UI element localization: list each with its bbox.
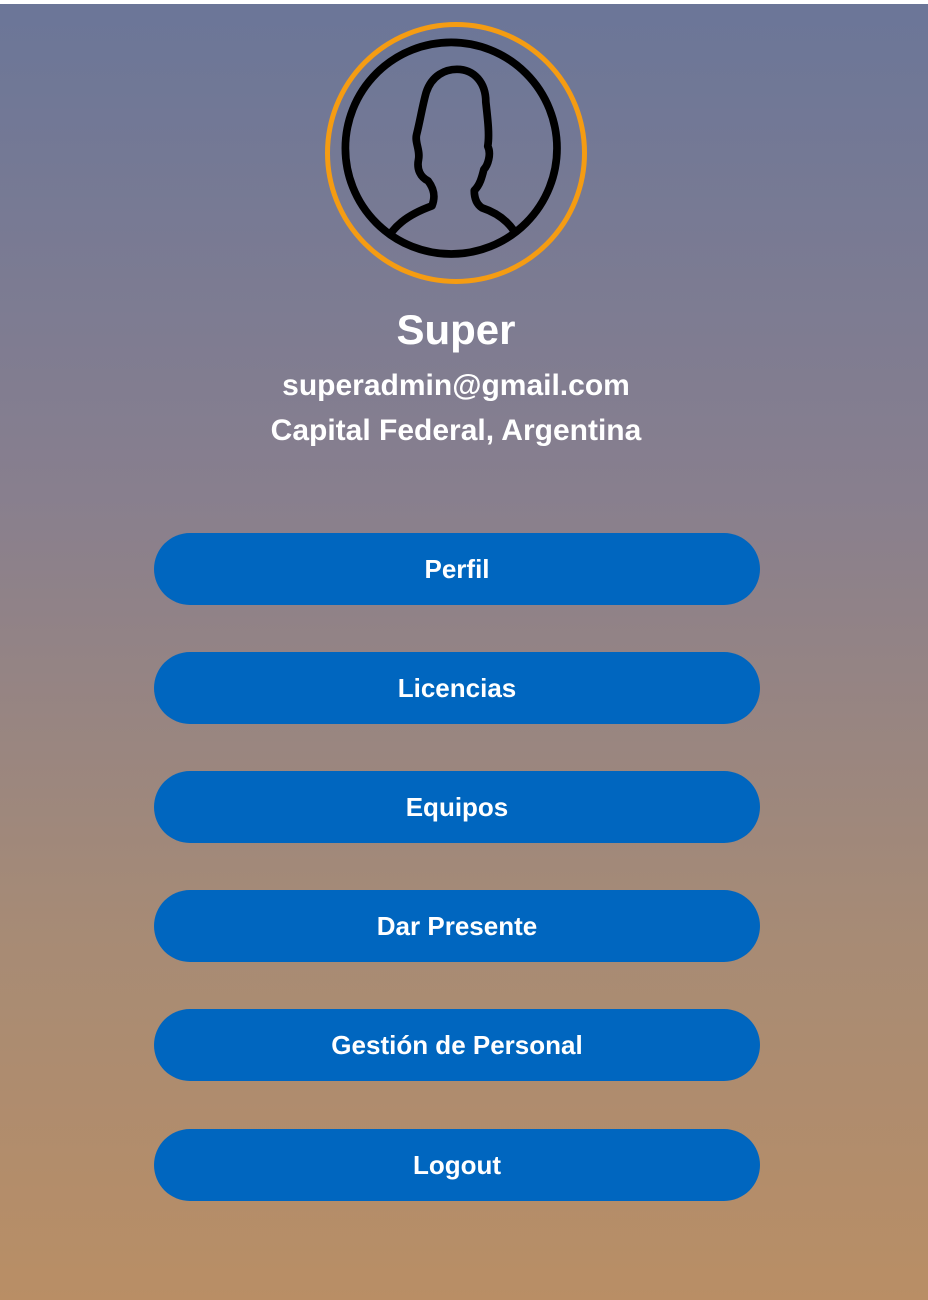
perfil-button-label: Perfil	[424, 553, 490, 584]
logout-button[interactable]: Logout	[154, 1129, 760, 1201]
perfil-button[interactable]: Perfil	[154, 533, 760, 605]
user-email: superadmin@gmail.com	[282, 369, 630, 402]
user-location: Capital Federal, Argentina	[270, 414, 642, 447]
licencias-button[interactable]: Licencias	[154, 652, 760, 724]
top-border	[0, 0, 928, 4]
dar-presente-button[interactable]: Dar Presente	[154, 890, 760, 962]
equipos-button[interactable]: Equipos	[154, 771, 760, 843]
gestion-de-personal-button[interactable]: Gestión de Personal	[154, 1009, 760, 1081]
gestion-de-personal-button-label: Gestión de Personal	[331, 1029, 583, 1060]
user-name: Super	[396, 306, 516, 353]
licencias-button-label: Licencias	[397, 672, 517, 703]
avatar	[325, 22, 587, 284]
dar-presente-button-label: Dar Presente	[376, 910, 538, 941]
logout-button-label: Logout	[412, 1149, 502, 1180]
user-silhouette-icon	[341, 38, 561, 258]
equipos-button-label: Equipos	[405, 791, 509, 822]
